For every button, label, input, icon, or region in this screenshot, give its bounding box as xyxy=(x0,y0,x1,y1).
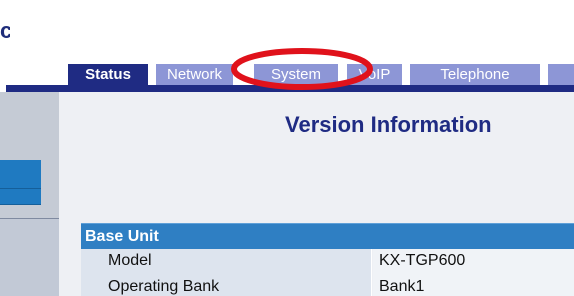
web-ui-page: c Status Network System VoIP Telephone V… xyxy=(0,0,574,296)
tab-system[interactable]: System xyxy=(254,64,338,85)
operating-bank-value: Bank1 xyxy=(373,275,574,296)
sidebar-item[interactable] xyxy=(0,189,41,205)
model-value: KX-TGP600 xyxy=(373,249,574,275)
section-header: Base Unit xyxy=(81,223,574,249)
sidebar-divider xyxy=(0,218,59,219)
sidebar-item[interactable] xyxy=(0,160,41,189)
page-title: Version Information xyxy=(285,112,492,137)
navigation-bar xyxy=(6,85,574,92)
operating-bank-label: Operating Bank xyxy=(81,275,372,296)
tab-telephone[interactable]: Telephone xyxy=(410,64,540,85)
model-label: Model xyxy=(81,249,372,275)
table-row-operating-bank: Operating Bank Bank1 xyxy=(81,275,574,296)
tab-network[interactable]: Network xyxy=(156,64,233,85)
table-row-model: Model KX-TGP600 xyxy=(81,249,574,275)
brand-logo: c xyxy=(0,22,10,40)
tab-more[interactable] xyxy=(548,64,574,85)
base-unit-table: Base Unit Model KX-TGP600 Operating Bank… xyxy=(81,223,574,296)
tab-status[interactable]: Status xyxy=(68,64,148,85)
tab-voip[interactable]: VoIP xyxy=(347,64,402,85)
